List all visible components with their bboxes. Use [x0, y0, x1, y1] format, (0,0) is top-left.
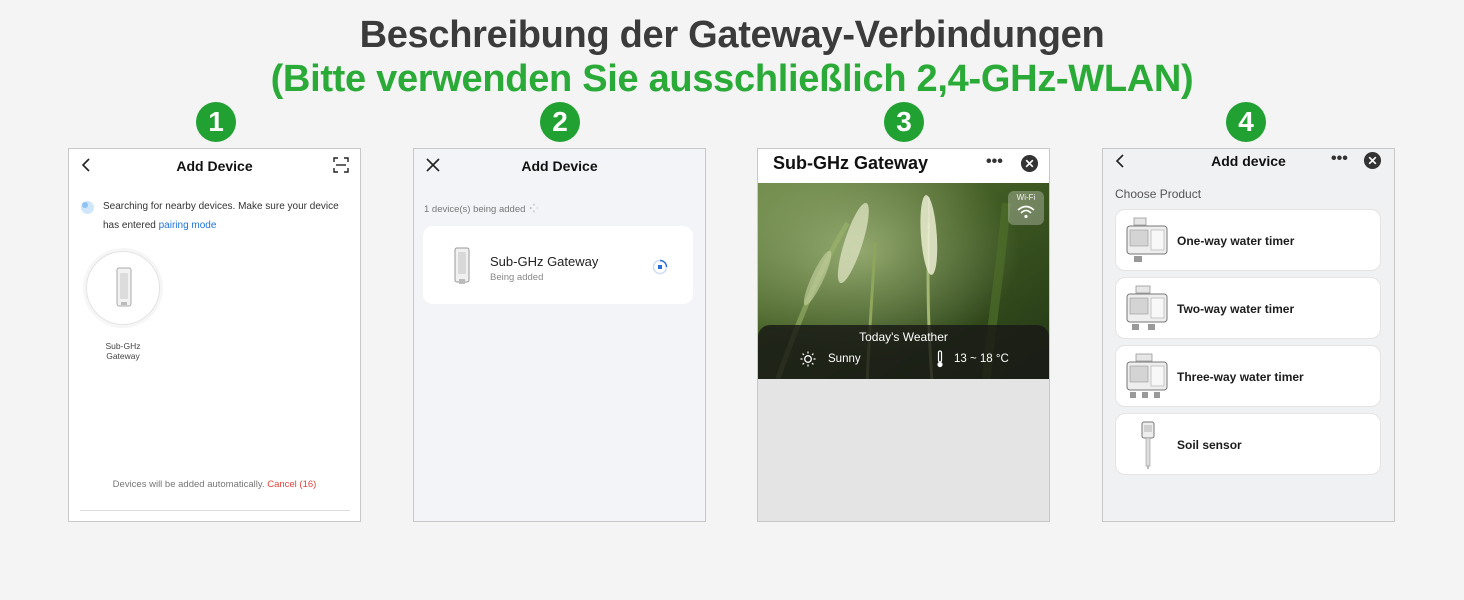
circle-close-icon[interactable]: [1363, 151, 1382, 170]
step-badge-4: 4: [1226, 102, 1266, 142]
panel1-header: Add Device: [69, 149, 360, 183]
divider: [80, 510, 350, 511]
auto-add-footer: Devices will be added automatically. Can…: [69, 479, 360, 490]
water-timer-icon: [1126, 285, 1168, 330]
panel4-title: Add device: [1211, 153, 1286, 169]
weather-condition: Sunny: [828, 353, 861, 365]
wifi-label: Wi-Fi: [1016, 193, 1036, 202]
step-badge-2: 2: [540, 102, 580, 142]
search-instructions: Searching for nearby devices. Make sure …: [103, 197, 353, 235]
more-menu-button[interactable]: •••: [986, 153, 1003, 171]
weather-temperature: 13 ~ 18 °C: [954, 353, 1009, 365]
water-timer-icon: [1126, 353, 1168, 398]
cancel-button[interactable]: Cancel (16): [267, 479, 316, 490]
product-item-two-way-timer[interactable]: Two-way water timer: [1115, 277, 1381, 339]
search-text: Searching for nearby devices. Make sure …: [103, 201, 339, 231]
panel1-title: Add Device: [176, 158, 253, 174]
loading-spinner-icon: [652, 259, 668, 275]
product-label: Two-way water timer: [1177, 302, 1295, 316]
device-card[interactable]: Sub-GHz Gateway Being added: [423, 226, 693, 304]
gateway-device-icon: [454, 247, 470, 284]
product-label: Three-way water timer: [1177, 370, 1304, 384]
more-menu-button[interactable]: •••: [1331, 150, 1348, 168]
water-timer-icon: [1126, 217, 1168, 262]
wifi-note-heading: (Bitte verwenden Sie ausschließlich 2,4-…: [270, 58, 1194, 100]
circle-close-icon[interactable]: [1020, 154, 1039, 173]
product-label: One-way water timer: [1177, 234, 1295, 248]
step-badge-1: 1: [196, 102, 236, 142]
gateway-device-button[interactable]: [86, 251, 160, 325]
thermometer-icon: [937, 350, 943, 368]
weather-title: Today's Weather: [859, 330, 948, 344]
product-item-soil-sensor[interactable]: Soil sensor: [1115, 413, 1381, 475]
product-label: Soil sensor: [1177, 438, 1242, 452]
panel-adding-device: Add Device 1 device(s) being added Sub-G…: [413, 148, 706, 522]
device-name: Sub-GHz Gateway: [490, 254, 599, 269]
panel-gateway-home: Sub-GHz Gateway ••• Wi-Fi Today's Weathe…: [757, 148, 1050, 522]
loading-icon: [529, 203, 539, 213]
panel-choose-product: Add device ••• Choose Product One-way wa…: [1102, 148, 1395, 522]
wifi-status-badge[interactable]: Wi-Fi: [1008, 191, 1044, 225]
device-label-line1: Sub-GHz: [105, 341, 141, 351]
scan-icon[interactable]: [333, 157, 349, 173]
adding-status: 1 device(s) being added: [424, 203, 540, 215]
choose-product-label: Choose Product: [1115, 187, 1202, 201]
soil-sensor-icon: [1141, 421, 1155, 469]
product-item-one-way-timer[interactable]: One-way water timer: [1115, 209, 1381, 271]
step-badge-3: 3: [884, 102, 924, 142]
gateway-device-label: Sub-GHz Gateway: [86, 341, 160, 361]
panel2-title: Add Device: [521, 158, 598, 174]
device-label-line2: Gateway: [106, 351, 140, 361]
gateway-title: Sub-GHz Gateway: [773, 153, 929, 173]
gateway-device-icon: [116, 267, 132, 307]
panel-search-devices: Add Device Searching for nearby devices.…: [68, 148, 361, 522]
sun-icon: [800, 351, 816, 367]
pairing-mode-link[interactable]: pairing mode: [159, 220, 217, 231]
main-heading: Beschreibung der Gateway-Verbindungen: [359, 14, 1105, 56]
weather-panel: Today's Weather Sunny 13 ~ 18 °C: [758, 325, 1049, 379]
adding-status-text: 1 device(s) being added: [424, 204, 526, 215]
panel4-header: Add device •••: [1103, 149, 1394, 177]
product-item-three-way-timer[interactable]: Three-way water timer: [1115, 345, 1381, 407]
panel3-header: Sub-GHz Gateway •••: [758, 149, 1049, 183]
device-status: Being added: [490, 272, 544, 283]
footer-text: Devices will be added automatically.: [112, 479, 265, 490]
wifi-icon: [1017, 205, 1035, 219]
searching-indicator-icon: [81, 201, 94, 214]
